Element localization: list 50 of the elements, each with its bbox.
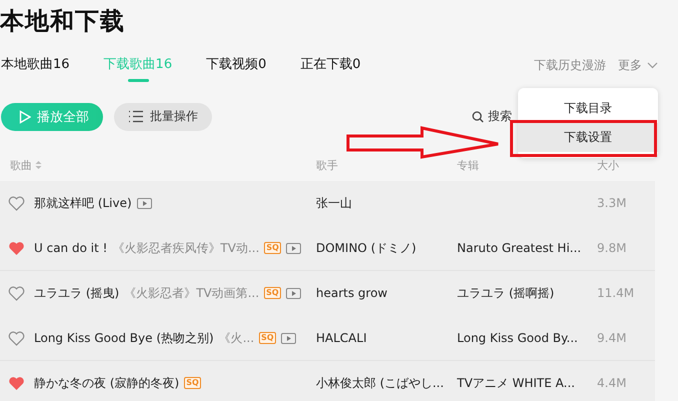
video-icon[interactable] xyxy=(280,332,296,344)
search-icon xyxy=(472,110,484,122)
quality-badge: SQ xyxy=(259,332,276,344)
song-title: ユラユラ (摇曳) xyxy=(34,284,120,302)
quality-badge: SQ xyxy=(184,377,201,389)
singer-name[interactable]: hearts grow xyxy=(316,286,457,300)
heart-icon[interactable] xyxy=(8,196,24,210)
singer-name[interactable]: HALCALI xyxy=(316,331,457,345)
file-size: 9.8M xyxy=(597,241,628,255)
song-subtitle: 《火影忍者》TV动画第... xyxy=(124,284,260,302)
singer-name[interactable]: DOMINO (ドミノ) xyxy=(316,240,457,256)
file-size: 4.4M xyxy=(597,376,628,390)
song-title: 那就这样吧 (Live) xyxy=(34,194,132,212)
song-title: U can do it ! xyxy=(34,241,108,255)
file-size: 9.4M xyxy=(597,331,628,345)
menu-item[interactable]: 下载设置 xyxy=(518,123,658,152)
heart-icon[interactable] xyxy=(8,330,24,346)
heart-icon[interactable] xyxy=(8,376,24,390)
file-size: 3.3M xyxy=(597,196,628,210)
singer-name[interactable]: 小林俊太郎 (こばやし... xyxy=(316,374,457,392)
menu-item[interactable]: 下载目录 xyxy=(518,94,658,123)
search-button[interactable]: 搜索 xyxy=(472,108,512,125)
video-icon[interactable] xyxy=(136,198,152,208)
quality-badge: SQ xyxy=(264,242,281,254)
tab[interactable]: 下载视频0 xyxy=(206,56,266,82)
batch-button[interactable]: 批量操作 xyxy=(114,102,212,130)
album-name[interactable]: ユラユラ (摇啊摇) xyxy=(457,284,597,302)
play-icon xyxy=(19,110,31,124)
song-title: Long Kiss Good Bye (热吻之别) xyxy=(34,330,214,346)
video-icon[interactable] xyxy=(286,242,301,254)
song-title: 静かな冬の夜 (寂静的冬夜) xyxy=(34,374,180,392)
video-icon[interactable] xyxy=(286,288,301,298)
column-header: 专辑 xyxy=(457,158,479,172)
heart-icon[interactable] xyxy=(8,286,24,300)
album-name[interactable]: Naruto Greatest Hi... xyxy=(457,241,597,255)
list-icon xyxy=(128,110,144,123)
tab[interactable]: 本地歌曲16 xyxy=(1,56,70,82)
sort-icon xyxy=(35,160,42,170)
chevron-down-icon xyxy=(647,62,658,68)
song-subtitle: 《火影忍者疾风传》TV动... xyxy=(112,240,260,256)
album-name[interactable]: TVアニメ WHITE A... xyxy=(457,374,597,392)
tab[interactable]: 正在下载0 xyxy=(300,56,361,82)
column-header: 大小 xyxy=(597,158,619,172)
column-header: 歌手 xyxy=(316,158,338,172)
quality-badge: SQ xyxy=(264,287,281,299)
song-subtitle: 《火... xyxy=(218,330,254,346)
file-size: 11.4M xyxy=(597,286,636,300)
singer-name[interactable]: 张一山 xyxy=(316,194,457,212)
heart-icon[interactable] xyxy=(8,240,24,256)
album-name[interactable]: Long Kiss Good By... xyxy=(457,331,597,345)
